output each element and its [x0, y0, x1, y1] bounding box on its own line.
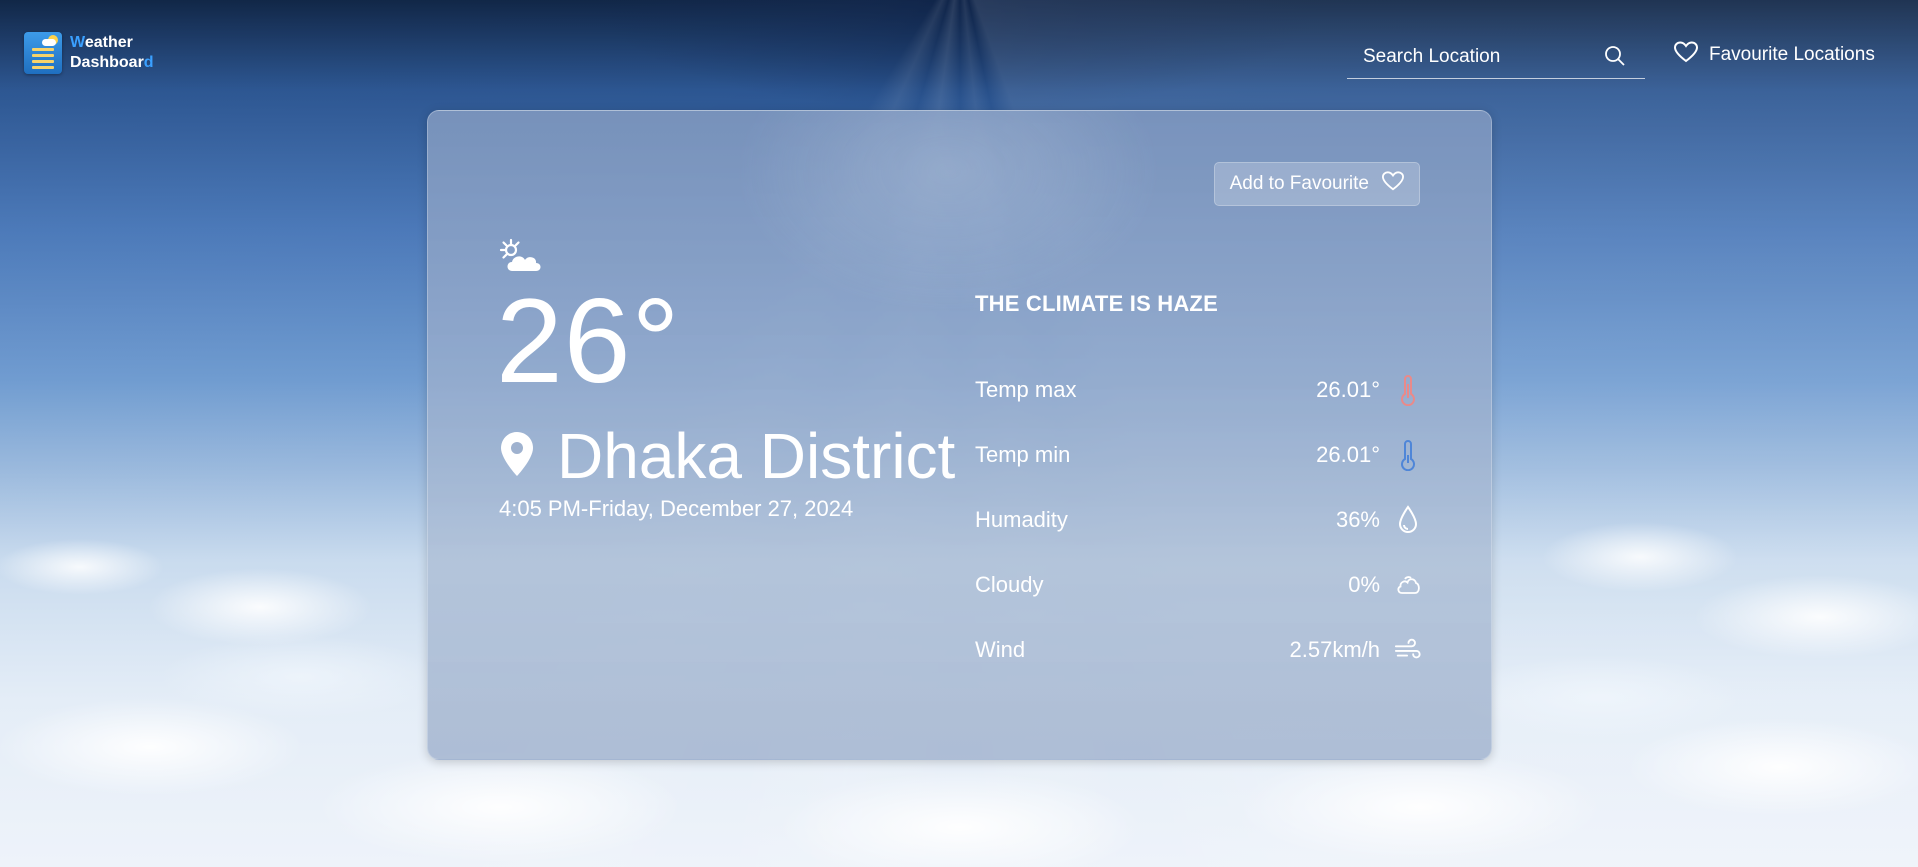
climate-heading: THE CLIMATE IS HAZE	[975, 291, 1218, 316]
wind-icon	[1394, 638, 1422, 662]
stat-temp-max: Temp max 26.01°	[975, 357, 1422, 422]
location-pin-icon	[499, 430, 535, 483]
stat-label: Temp max	[975, 376, 1077, 402]
heart-icon	[1673, 40, 1699, 70]
stat-label: Humadity	[975, 506, 1068, 532]
current-temperature: 26°	[496, 274, 681, 408]
app-name: Weather Dashboard	[70, 34, 154, 71]
app-logo[interactable]: Weather Dashboard	[24, 32, 154, 74]
heart-icon	[1381, 170, 1405, 198]
weather-stats: Temp max 26.01° Temp min 26.01° Humadity…	[975, 357, 1422, 682]
stat-value: 26.01°	[1316, 376, 1380, 402]
stat-value: 36%	[1335, 506, 1380, 532]
stat-cloudy: Cloudy 0%	[975, 552, 1422, 617]
location-name: Dhaka District	[557, 420, 956, 492]
weather-card: Add to Favourite 26° Dhaka District 4:05…	[427, 110, 1492, 760]
stat-label: Cloudy	[975, 571, 1044, 597]
partly-cloudy-icon	[498, 238, 544, 279]
location-row: Dhaka District	[499, 416, 955, 496]
weather-app-icon	[24, 32, 62, 74]
stat-label: Temp min	[975, 441, 1071, 467]
date-time: 4:05 PM-Friday, December 27, 2024	[499, 496, 854, 521]
favourite-locations-label: Favourite Locations	[1709, 44, 1875, 65]
stat-humidity: Humadity 36%	[975, 487, 1422, 552]
cloud-icon	[1394, 573, 1422, 597]
favourite-locations-link[interactable]: Favourite Locations	[1673, 40, 1875, 70]
add-to-favourite-button[interactable]: Add to Favourite	[1213, 162, 1420, 206]
search-icon[interactable]	[1603, 44, 1627, 73]
stat-label: Wind	[975, 636, 1026, 662]
stat-value: 26.01°	[1316, 441, 1380, 467]
stat-wind: Wind 2.57km/h	[975, 617, 1422, 682]
stat-value: 2.57km/h	[1289, 636, 1381, 662]
stat-temp-min: Temp min 26.01°	[975, 422, 1422, 487]
add-to-favourite-label: Add to Favourite	[1229, 173, 1369, 194]
droplet-icon	[1394, 504, 1422, 535]
stat-value: 0%	[1348, 571, 1380, 597]
thermometer-cold-icon	[1394, 439, 1422, 471]
search-box	[1347, 36, 1645, 79]
search-input[interactable]	[1347, 45, 1605, 69]
thermometer-hot-icon	[1394, 374, 1422, 406]
